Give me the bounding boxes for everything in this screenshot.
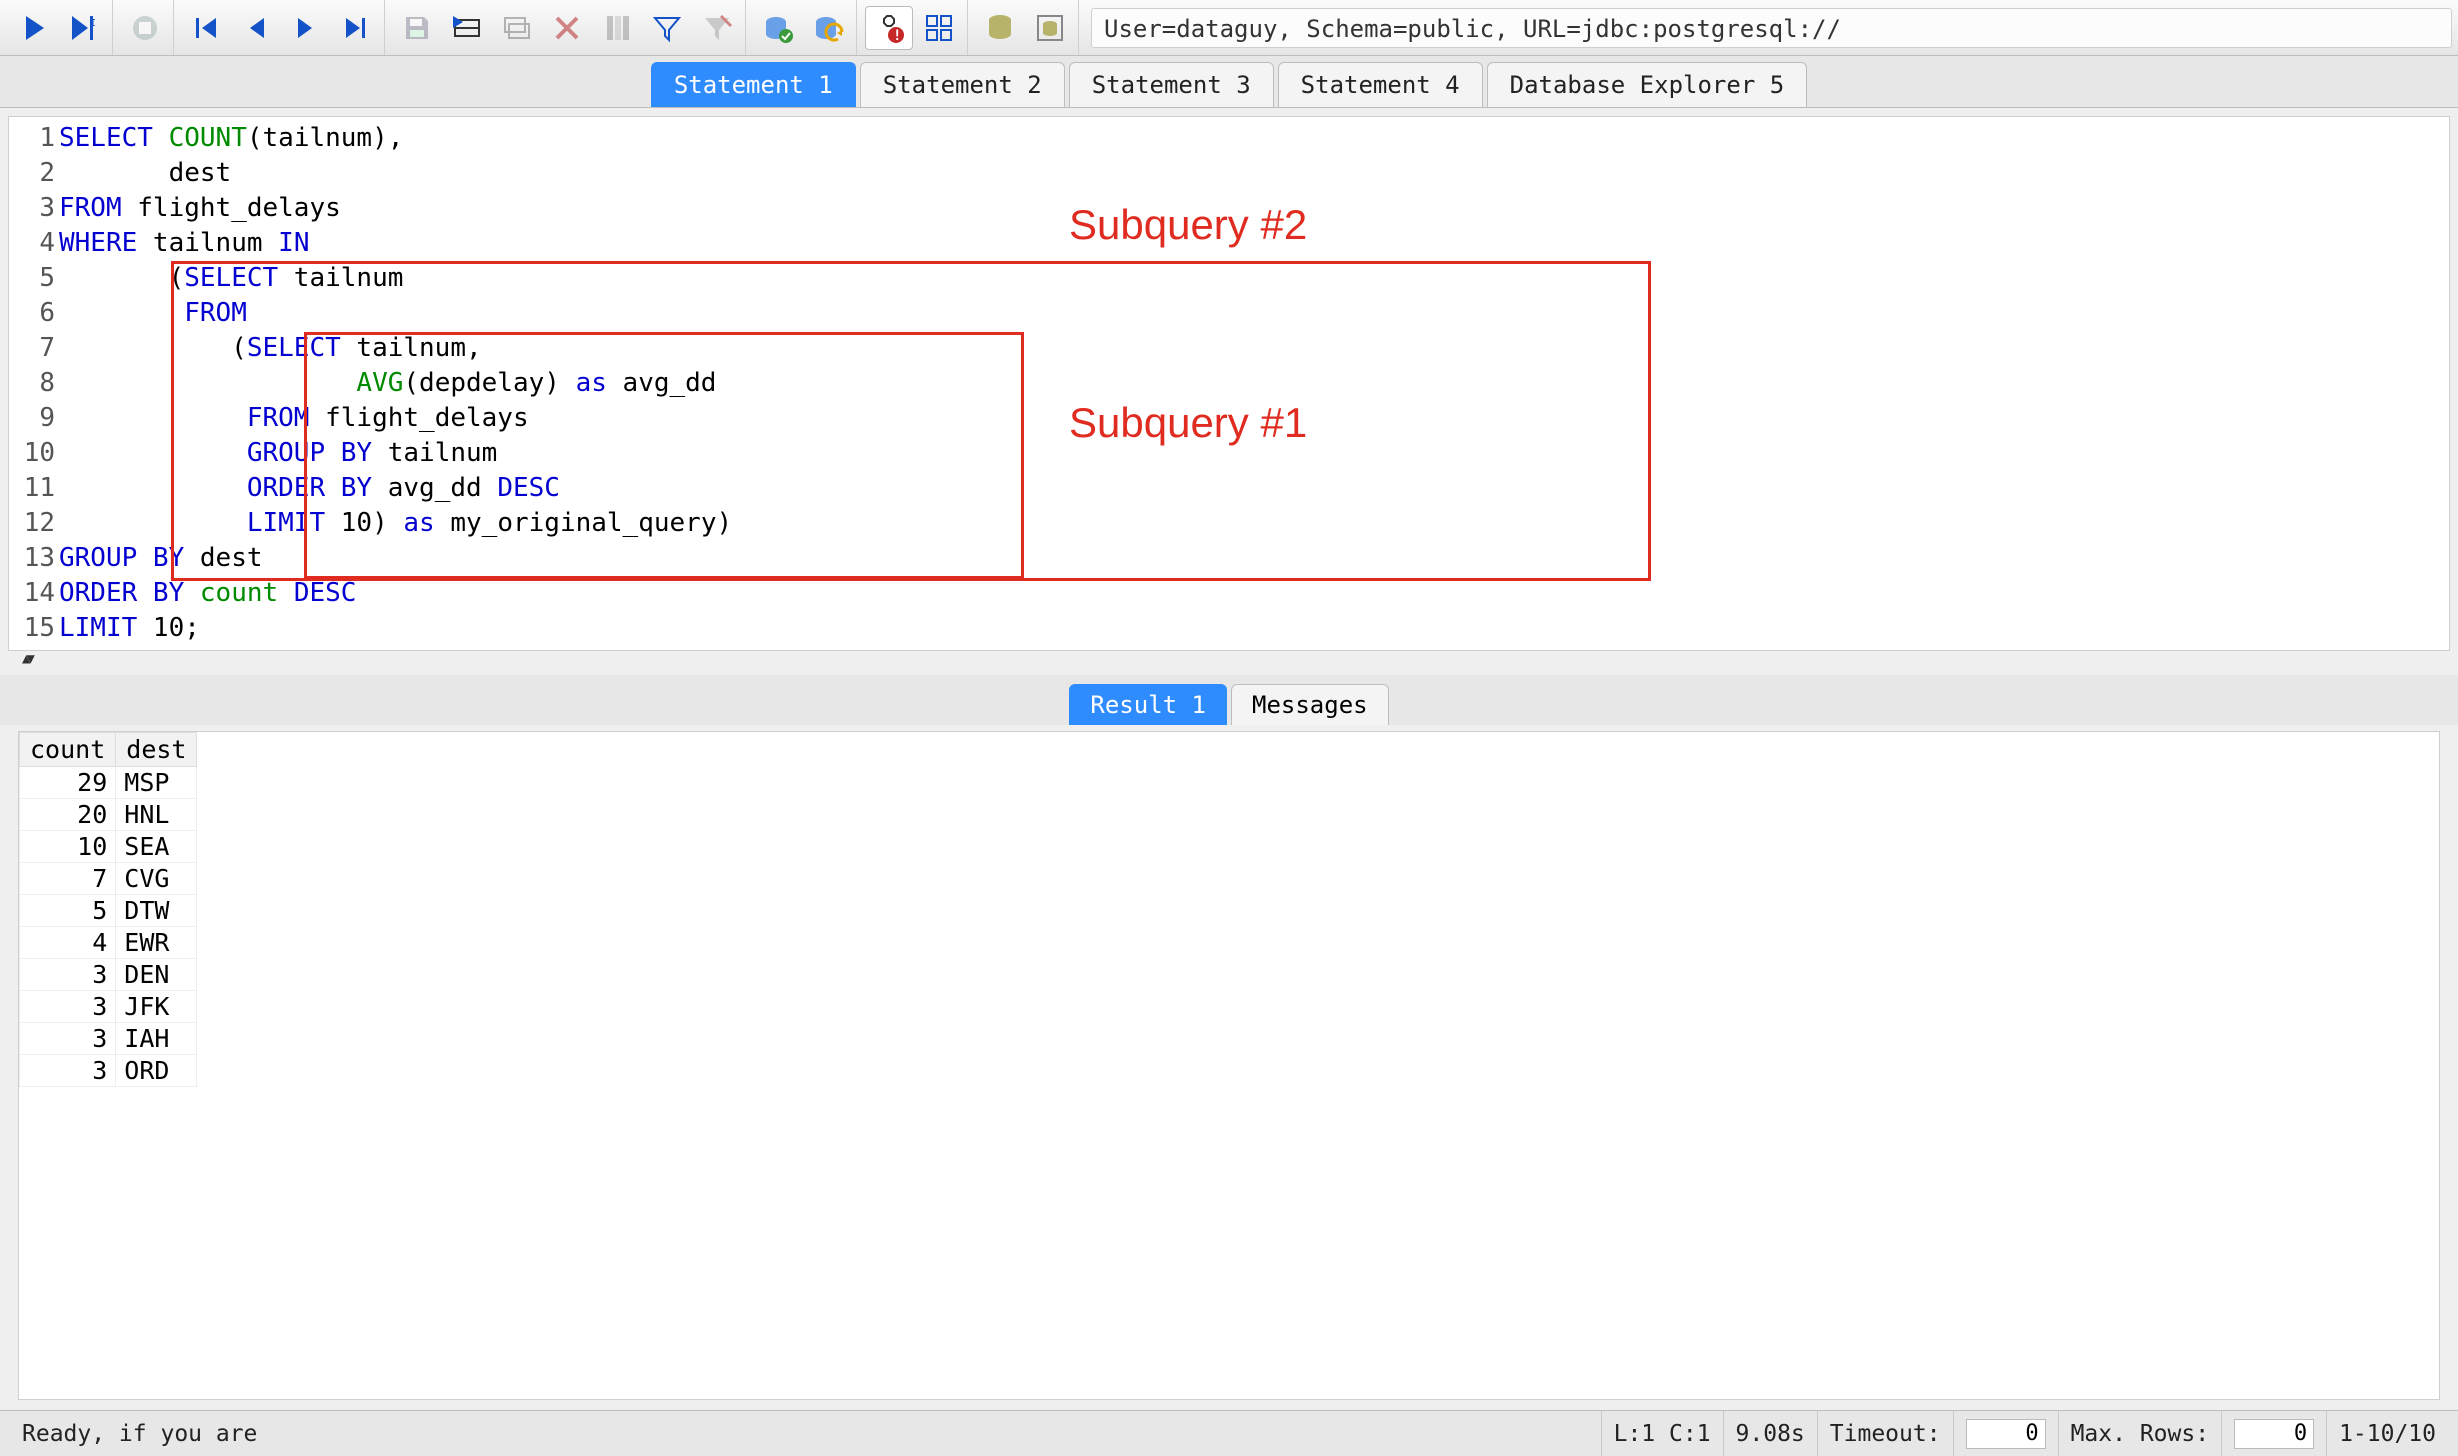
- line-number: 1: [9, 121, 59, 156]
- execution-time: 9.08s: [1723, 1411, 1817, 1456]
- next-record-button[interactable]: [282, 6, 330, 50]
- code-line[interactable]: 15LIMIT 10;: [9, 611, 2449, 646]
- run-button[interactable]: [10, 6, 58, 50]
- show-db-tree-button[interactable]: [1026, 6, 1074, 50]
- results-grid[interactable]: countdest29MSP20HNL10SEA7CVG5DTW4EWR3DEN…: [18, 731, 2440, 1400]
- statement-tab[interactable]: Database Explorer 5: [1487, 62, 1808, 107]
- line-number: 14: [9, 576, 59, 611]
- main-toolbar: I ! User=dataguy, Schema=public, URL=jdb…: [0, 0, 2458, 56]
- table-row[interactable]: 4EWR: [20, 927, 197, 959]
- prev-record-button[interactable]: [232, 6, 280, 50]
- split-handle[interactable]: ▲▼: [8, 651, 2450, 667]
- svg-text:!: !: [893, 28, 901, 44]
- code-line[interactable]: 12 LIMIT 10) as my_original_query): [9, 506, 2449, 541]
- line-number: 6: [9, 296, 59, 331]
- table-row[interactable]: 20HNL: [20, 799, 197, 831]
- column-header[interactable]: count: [20, 733, 116, 767]
- code-line[interactable]: 4WHERE tailnum IN: [9, 226, 2449, 261]
- statement-tabs: Statement 1Statement 2Statement 3Stateme…: [0, 56, 2458, 108]
- line-number: 9: [9, 401, 59, 436]
- code-line[interactable]: 2 dest: [9, 156, 2449, 191]
- line-number: 13: [9, 541, 59, 576]
- code-line[interactable]: 14ORDER BY count DESC: [9, 576, 2449, 611]
- code-line[interactable]: 3FROM flight_delays: [9, 191, 2449, 226]
- result-tabs: Result 1Messages: [0, 675, 2458, 725]
- table-row[interactable]: 5DTW: [20, 895, 197, 927]
- commit-button[interactable]: [754, 6, 802, 50]
- table-row[interactable]: 10SEA: [20, 831, 197, 863]
- statement-tab[interactable]: Statement 4: [1278, 62, 1483, 107]
- last-record-button[interactable]: [332, 6, 380, 50]
- ignore-errors-button[interactable]: !: [865, 6, 913, 50]
- line-number: 15: [9, 611, 59, 646]
- statement-tab[interactable]: Statement 1: [651, 62, 856, 107]
- code-line[interactable]: 10 GROUP BY tailnum: [9, 436, 2449, 471]
- line-number: 5: [9, 261, 59, 296]
- statement-tab[interactable]: Statement 2: [860, 62, 1065, 107]
- result-tab[interactable]: Messages: [1231, 684, 1389, 725]
- table-row[interactable]: 3IAH: [20, 1023, 197, 1055]
- line-number: 3: [9, 191, 59, 226]
- table-row[interactable]: 3JFK: [20, 991, 197, 1023]
- append-results-button[interactable]: [915, 6, 963, 50]
- line-number: 10: [9, 436, 59, 471]
- line-number: 4: [9, 226, 59, 261]
- table-row[interactable]: 29MSP: [20, 767, 197, 799]
- line-number: 8: [9, 366, 59, 401]
- code-line[interactable]: 11 ORDER BY avg_dd DESC: [9, 471, 2449, 506]
- show-db-explorer-button[interactable]: [976, 6, 1024, 50]
- code-line[interactable]: 5 (SELECT tailnum: [9, 261, 2449, 296]
- column-header[interactable]: dest: [116, 733, 197, 767]
- table-row[interactable]: 3ORD: [20, 1055, 197, 1087]
- clear-filter-button[interactable]: [693, 6, 741, 50]
- svg-text:I: I: [90, 18, 96, 29]
- statement-tab[interactable]: Statement 3: [1069, 62, 1274, 107]
- code-line[interactable]: 8 AVG(depdelay) as avg_dd: [9, 366, 2449, 401]
- code-line[interactable]: 7 (SELECT tailnum,: [9, 331, 2449, 366]
- select-columns-button[interactable]: [593, 6, 641, 50]
- cursor-position: L:1 C:1: [1601, 1411, 1723, 1456]
- filter-button[interactable]: [643, 6, 691, 50]
- maxrows-input[interactable]: [2234, 1419, 2314, 1449]
- timeout-input[interactable]: [1966, 1419, 2046, 1449]
- stop-button[interactable]: [121, 6, 169, 50]
- line-number: 12: [9, 506, 59, 541]
- table-row[interactable]: 7CVG: [20, 863, 197, 895]
- duplicate-row-button[interactable]: [493, 6, 541, 50]
- status-message: Ready, if you are: [10, 1411, 1601, 1456]
- first-record-button[interactable]: [182, 6, 230, 50]
- run-to-cursor-button[interactable]: I: [60, 6, 108, 50]
- code-line[interactable]: 9 FROM flight_delays: [9, 401, 2449, 436]
- rollback-button[interactable]: [804, 6, 852, 50]
- line-number: 2: [9, 156, 59, 191]
- status-bar: Ready, if you are L:1 C:1 9.08s Timeout:…: [0, 1410, 2458, 1456]
- timeout-label: Timeout:: [1817, 1411, 1953, 1456]
- line-number: 11: [9, 471, 59, 506]
- result-tab[interactable]: Result 1: [1069, 684, 1227, 725]
- code-line[interactable]: 1SELECT COUNT(tailnum),: [9, 121, 2449, 156]
- connection-info: User=dataguy, Schema=public, URL=jdbc:po…: [1091, 8, 2452, 48]
- row-range: 1-10/10: [2326, 1411, 2448, 1456]
- insert-row-button[interactable]: [443, 6, 491, 50]
- delete-row-button[interactable]: [543, 6, 591, 50]
- code-line[interactable]: 6 FROM: [9, 296, 2449, 331]
- save-button[interactable]: [393, 6, 441, 50]
- sql-editor[interactable]: 1SELECT COUNT(tailnum),2 dest3FROM fligh…: [8, 116, 2450, 651]
- table-row[interactable]: 3DEN: [20, 959, 197, 991]
- maxrows-label: Max. Rows:: [2058, 1411, 2221, 1456]
- code-line[interactable]: 13GROUP BY dest: [9, 541, 2449, 576]
- line-number: 7: [9, 331, 59, 366]
